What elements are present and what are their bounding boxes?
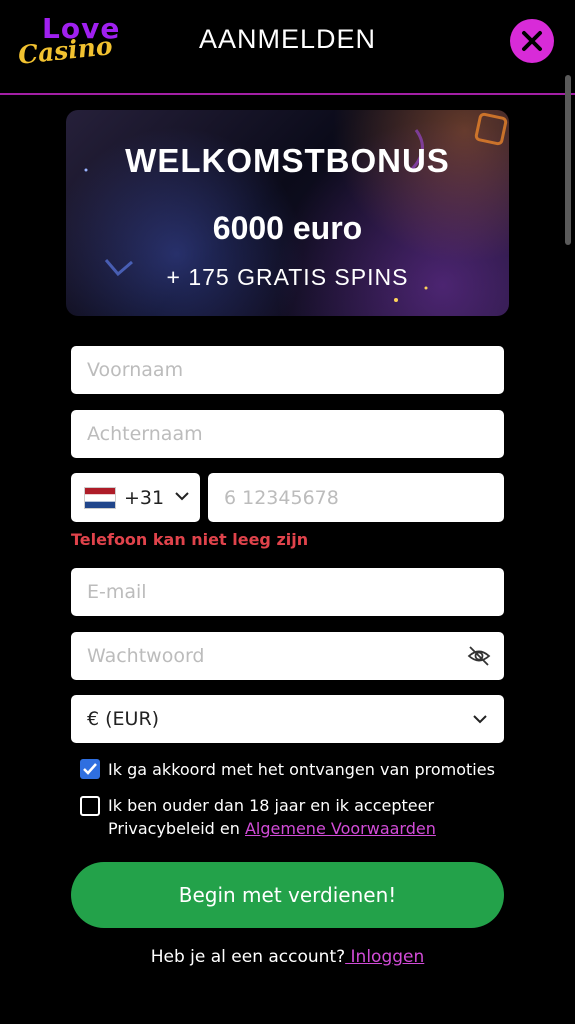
age-label-line1: Ik ben ouder dan 18 jaar en ik accepteer	[108, 796, 435, 815]
promo-checkbox[interactable]	[80, 759, 100, 779]
eye-off-icon[interactable]	[467, 645, 491, 667]
netherlands-flag-icon	[84, 486, 116, 509]
page-title: AANMELDEN	[198, 24, 377, 54]
login-link[interactable]: Inloggen	[345, 947, 425, 967]
scrollbar[interactable]	[565, 75, 571, 245]
banner-spins: + 175 GRATIS SPINS	[166, 264, 409, 290]
email-input[interactable]: E-mail	[71, 568, 504, 616]
header: Love Casino AANMELDEN	[0, 0, 575, 94]
header-divider	[0, 93, 575, 95]
age-label-line2: Privacybeleid en	[108, 819, 245, 838]
phone-error-message: Telefoon kan niet leeg zijn	[71, 530, 309, 549]
submit-button[interactable]: Begin met verdienen!	[71, 862, 504, 928]
last-name-placeholder: Achternaam	[87, 423, 203, 445]
chevron-down-icon	[175, 492, 189, 501]
terms-link[interactable]: Algemene Voorwaarden	[245, 819, 436, 838]
last-name-input[interactable]: Achternaam	[71, 410, 504, 458]
first-name-placeholder: Voornaam	[87, 359, 184, 381]
promo-label: Ik ga akkoord met het ontvangen van prom…	[108, 760, 495, 779]
password-placeholder: Wachtwoord	[87, 645, 205, 667]
first-name-input[interactable]: Voornaam	[71, 346, 504, 394]
login-prompt: Heb je al een account? Inloggen	[0, 947, 575, 967]
country-code-value: +31	[124, 486, 165, 509]
chevron-down-icon	[473, 715, 487, 724]
close-button[interactable]	[510, 19, 554, 63]
country-code-select[interactable]: +31	[71, 473, 200, 522]
age-checkbox[interactable]	[80, 796, 100, 816]
banner-amount: 6000 euro	[212, 210, 363, 246]
banner-title: WELKOMSTBONUS	[125, 142, 450, 179]
close-icon	[522, 31, 542, 51]
currency-value: € (EUR)	[87, 708, 160, 730]
signup-modal: Love Casino AANMELDEN WELKOMSTBONUS 6000…	[0, 0, 575, 1024]
age-label: Ik ben ouder dan 18 jaar en ik accepteer…	[108, 794, 436, 840]
phone-placeholder: 6 12345678	[224, 486, 339, 509]
currency-select[interactable]: € (EUR)	[71, 695, 504, 743]
checkmark-icon	[83, 763, 97, 775]
email-placeholder: E-mail	[87, 581, 147, 603]
have-account-text: Heb je al een account?	[150, 947, 346, 967]
password-input[interactable]: Wachtwoord	[71, 632, 504, 680]
welcome-bonus-banner: WELKOMSTBONUS 6000 euro + 175 GRATIS SPI…	[66, 110, 509, 316]
phone-input[interactable]: 6 12345678	[208, 473, 504, 522]
